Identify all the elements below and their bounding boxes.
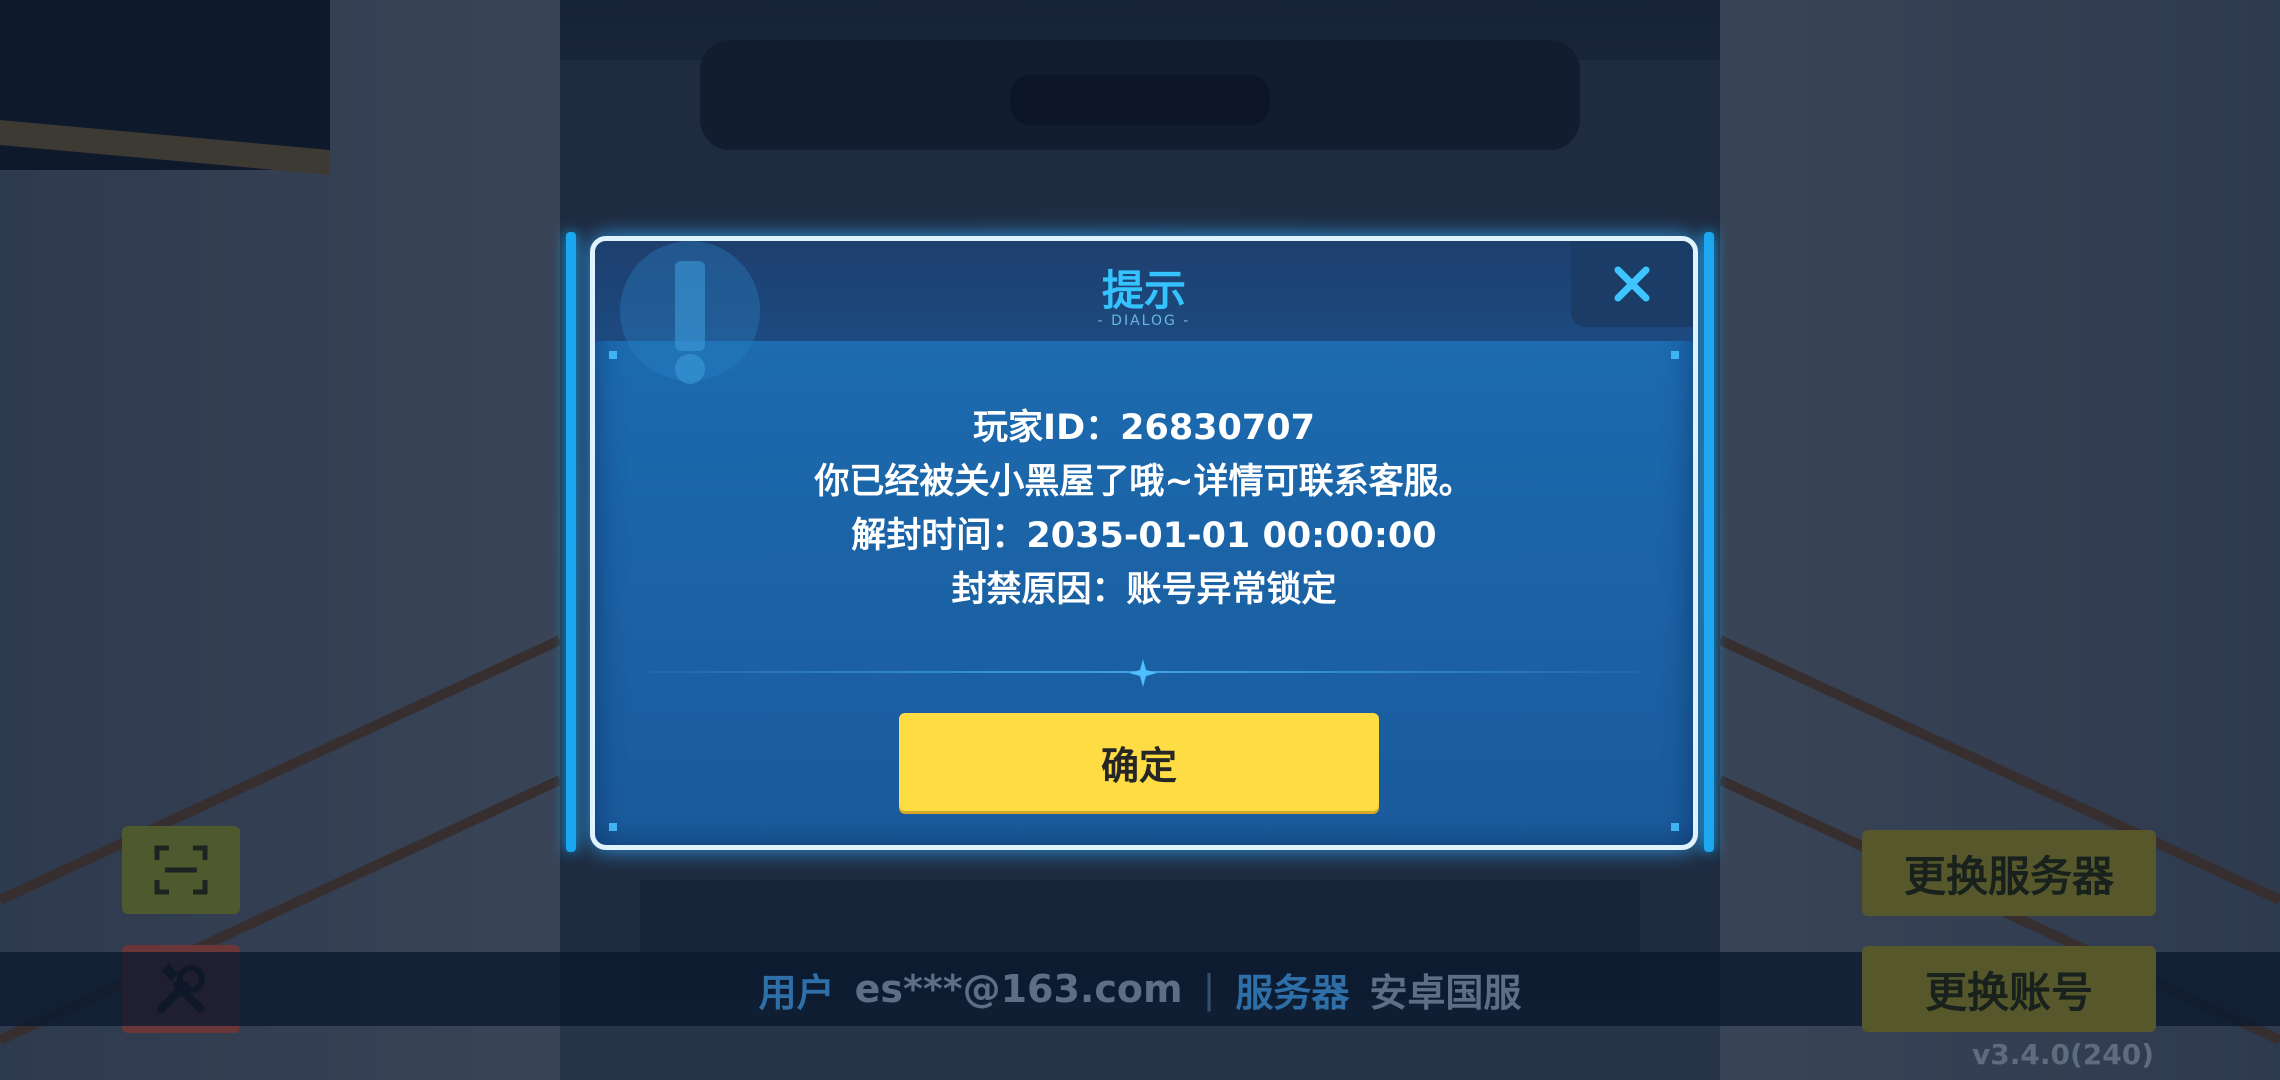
unban-time-line: 解封时间：2035-01-01 00:00:00 <box>851 516 1437 556</box>
server-value: 安卓国服 <box>1369 970 1522 1015</box>
game-screen: 用户 es***@163.com | 服务器 安卓国服 更换服务器 更换账号 v… <box>0 0 2280 1080</box>
change-server-button[interactable]: 更换服务器 <box>1862 830 2156 916</box>
close-button[interactable] <box>1571 241 1693 327</box>
corner-dot <box>609 823 617 831</box>
player-id-line: 玩家ID：26830707 <box>973 408 1315 448</box>
info-separator: | <box>1202 967 1216 1011</box>
confirm-button[interactable]: 确定 <box>899 713 1379 811</box>
scan-button[interactable] <box>122 826 240 914</box>
dialog-side-bar-right <box>1704 232 1714 852</box>
dialog-message: 玩家ID：26830707 你已经被关小黑屋了哦~详情可联系客服。 解封时间：2… <box>595 401 1693 617</box>
sparkle-icon <box>1129 659 1157 687</box>
ban-notice-dialog: 提示 - DIALOG - 玩家ID：26830707 你已经被关小黑屋了哦~详… <box>590 236 1698 850</box>
user-label: 用户 <box>758 970 835 1015</box>
corner-dot <box>609 351 617 359</box>
ban-message-line: 你已经被关小黑屋了哦~详情可联系客服。 <box>814 462 1474 502</box>
server-label: 服务器 <box>1235 970 1350 1015</box>
dialog-subtitle: - DIALOG - <box>1097 313 1191 329</box>
dialog-title: 提示 <box>1101 266 1186 315</box>
corner-dot <box>1671 351 1679 359</box>
user-email: es***@163.com <box>854 967 1183 1011</box>
corner-dot <box>1671 823 1679 831</box>
ban-reason-line: 封禁原因：账号异常锁定 <box>951 570 1337 610</box>
version-label: v3.4.0(240) <box>1971 1038 2154 1071</box>
dialog-side-bar-left <box>566 232 576 852</box>
change-account-button[interactable]: 更换账号 <box>1862 946 2156 1032</box>
scan-icon <box>154 845 208 895</box>
close-icon <box>1614 266 1650 302</box>
